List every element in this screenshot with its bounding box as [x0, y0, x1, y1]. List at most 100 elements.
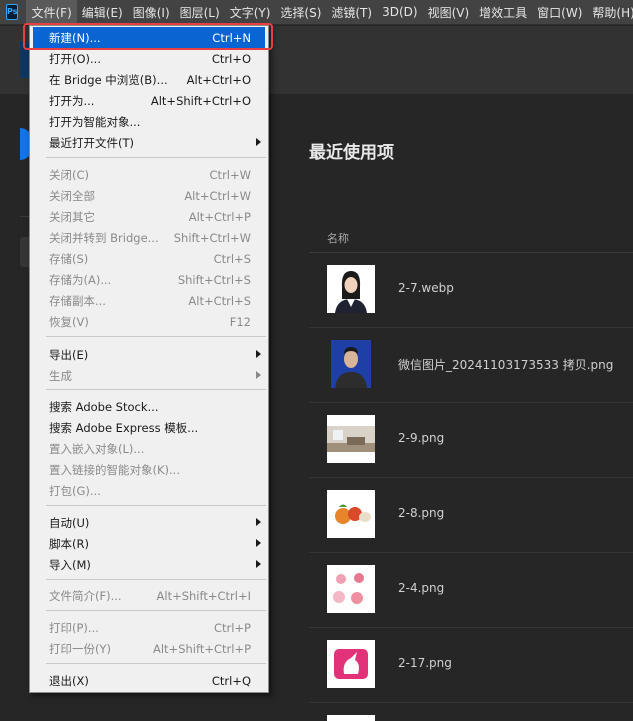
- menu-item-revert[interactable]: 恢复(V) F12: [30, 311, 268, 332]
- menu-item-label: 在 Bridge 中浏览(B)...: [49, 72, 168, 87]
- menu-item-import[interactable]: 导入(M): [30, 554, 268, 575]
- menu-item-label: 存储为(A)...: [49, 272, 112, 287]
- submenu-arrow-icon: [256, 518, 261, 526]
- menu-item-search-adobe-express-templates[interactable]: 搜索 Adobe Express 模板...: [30, 417, 268, 438]
- menu-item-open-recent[interactable]: 最近打开文件(T): [30, 132, 268, 153]
- menu-item-label: 导入(M): [49, 557, 91, 572]
- menu-item-shortcut: Alt+Shift+Ctrl+I: [156, 588, 251, 603]
- menu-item-search-adobe-stock[interactable]: 搜索 Adobe Stock...: [30, 396, 268, 417]
- menu-item-label: 自动(U): [49, 515, 90, 530]
- recent-file-row[interactable]: 微信图片_20241103173533 拷贝.png: [309, 328, 633, 403]
- menu-item-close-all[interactable]: 关闭全部 Alt+Ctrl+W: [30, 185, 268, 206]
- menu-file[interactable]: 文件(F): [26, 0, 77, 25]
- menu-item-generate[interactable]: 生成: [30, 365, 268, 386]
- unicorn-logo-icon: [327, 640, 375, 688]
- recent-file-row[interactable]: 2-8.png: [309, 478, 633, 553]
- menu-item-label: 文件简介(F)...: [49, 588, 122, 603]
- menu-item-print[interactable]: 打印(P)... Ctrl+P: [30, 617, 268, 638]
- menu-item-label: 存储(S): [49, 251, 89, 266]
- recent-file-row[interactable]: 2-4.png: [309, 553, 633, 628]
- portrait-man-icon: [331, 340, 371, 388]
- menu-item-scripts[interactable]: 脚本(R): [30, 533, 268, 554]
- menu-item-close-others[interactable]: 关闭其它 Alt+Ctrl+P: [30, 206, 268, 227]
- recent-file-row[interactable]: 2-17.png: [309, 628, 633, 703]
- photoshop-logo-icon: Ps: [6, 4, 19, 20]
- menu-separator: [46, 336, 266, 337]
- menu-item-label: 退出(X): [49, 673, 89, 688]
- menu-item-label: 打印一份(Y): [49, 641, 111, 656]
- menu-item-open-as-smart-object[interactable]: 打开为智能对象...: [30, 111, 268, 132]
- menu-view[interactable]: 视图(V): [423, 0, 475, 25]
- menu-select[interactable]: 选择(S): [275, 0, 326, 25]
- file-name: 2-7.webp: [398, 281, 454, 295]
- flowers-photo-icon: [327, 565, 375, 613]
- room-photo-icon: [327, 415, 375, 463]
- menu-item-shortcut: Shift+Ctrl+S: [177, 272, 251, 287]
- menu-image[interactable]: 图像(I): [128, 0, 175, 25]
- menu-separator: [46, 579, 266, 580]
- menu-help[interactable]: 帮助(H): [587, 0, 633, 25]
- menu-type[interactable]: 文字(Y): [225, 0, 276, 25]
- menu-item-label: 存储副本...: [49, 293, 106, 308]
- annotation-highlight-box: [23, 23, 273, 50]
- menu-item-file-info[interactable]: 文件简介(F)... Alt+Shift+Ctrl+I: [30, 585, 268, 606]
- menu-layer[interactable]: 图层(L): [175, 0, 225, 25]
- menu-item-package[interactable]: 打包(G)...: [30, 480, 268, 501]
- menu-separator: [46, 610, 266, 611]
- file-name: 2-17.png: [398, 656, 452, 670]
- menu-item-save-as[interactable]: 存储为(A)... Shift+Ctrl+S: [30, 269, 268, 290]
- portrait-woman-icon: [327, 265, 375, 313]
- menu-item-label: 打开(O)...: [49, 51, 101, 66]
- menu-item-close[interactable]: 关闭(C) Ctrl+W: [30, 164, 268, 185]
- menu-plugins[interactable]: 增效工具: [474, 0, 532, 25]
- menu-item-label: 脚本(R): [49, 536, 89, 551]
- menu-item-print-one-copy[interactable]: 打印一份(Y) Alt+Shift+Ctrl+P: [30, 638, 268, 659]
- menu-item-label: 恢复(V): [49, 314, 89, 329]
- column-header-name[interactable]: 名称: [327, 230, 349, 246]
- menu-item-shortcut: Alt+Ctrl+P: [188, 209, 251, 224]
- menu-item-label: 最近打开文件(T): [49, 135, 134, 150]
- menu-item-browse-in-bridge[interactable]: 在 Bridge 中浏览(B)... Alt+Ctrl+O: [30, 69, 268, 90]
- menu-item-shortcut: Ctrl+S: [213, 251, 251, 266]
- fruit-photo-icon: [327, 490, 375, 538]
- menu-separator: [46, 663, 266, 664]
- menu-item-save-copy[interactable]: 存储副本... Alt+Ctrl+S: [30, 290, 268, 311]
- menu-item-save[interactable]: 存储(S) Ctrl+S: [30, 248, 268, 269]
- file-thumbnail-icon: [327, 715, 375, 721]
- menu-separator: [46, 157, 266, 158]
- menu-item-open-as[interactable]: 打开为... Alt+Shift+Ctrl+O: [30, 90, 268, 111]
- menu-item-shortcut: Alt+Ctrl+W: [184, 188, 251, 203]
- recent-file-row[interactable]: 2-9.png: [309, 403, 633, 478]
- file-name: 2-4.png: [398, 581, 445, 595]
- menu-item-place-embedded[interactable]: 置入嵌入对象(L)...: [30, 438, 268, 459]
- menu-window[interactable]: 窗口(W): [532, 0, 587, 25]
- menu-item-automate[interactable]: 自动(U): [30, 512, 268, 533]
- menu-bar: Ps 文件(F) 编辑(E) 图像(I) 图层(L) 文字(Y) 选择(S) 滤…: [0, 0, 633, 25]
- submenu-arrow-icon: [256, 350, 261, 358]
- recent-file-row[interactable]: 2-7.webp: [309, 253, 633, 328]
- menu-item-export[interactable]: 导出(E): [30, 344, 268, 365]
- menu-item-label: 打开为...: [49, 93, 95, 108]
- submenu-arrow-icon: [256, 371, 261, 379]
- menu-item-shortcut: Ctrl+P: [213, 620, 251, 635]
- menu-item-shortcut: Alt+Shift+Ctrl+P: [152, 641, 251, 656]
- menu-edit[interactable]: 编辑(E): [77, 0, 128, 25]
- submenu-arrow-icon: [256, 560, 261, 568]
- menu-item-label: 置入嵌入对象(L)...: [49, 441, 145, 456]
- submenu-arrow-icon: [256, 138, 261, 146]
- menu-3d[interactable]: 3D(D): [377, 0, 422, 25]
- menu-item-label: 关闭(C): [49, 167, 90, 182]
- menu-item-shortcut: Alt+Ctrl+S: [188, 293, 251, 308]
- menu-item-label: 导出(E): [49, 347, 89, 362]
- menu-item-place-linked[interactable]: 置入链接的智能对象(K)...: [30, 459, 268, 480]
- menu-item-label: 搜索 Adobe Stock...: [49, 399, 159, 414]
- recent-file-row[interactable]: [309, 703, 633, 721]
- menu-item-label: 生成: [49, 368, 72, 383]
- menu-item-close-and-go-to-bridge[interactable]: 关闭并转到 Bridge... Shift+Ctrl+W: [30, 227, 268, 248]
- menu-item-shortcut: Shift+Ctrl+W: [173, 230, 251, 245]
- menu-item-exit[interactable]: 退出(X) Ctrl+Q: [30, 670, 268, 691]
- menu-item-label: 搜索 Adobe Express 模板...: [49, 420, 199, 435]
- menu-item-open[interactable]: 打开(O)... Ctrl+O: [30, 48, 268, 69]
- menu-item-shortcut: Ctrl+W: [209, 167, 251, 182]
- menu-filter[interactable]: 滤镜(T): [326, 0, 377, 25]
